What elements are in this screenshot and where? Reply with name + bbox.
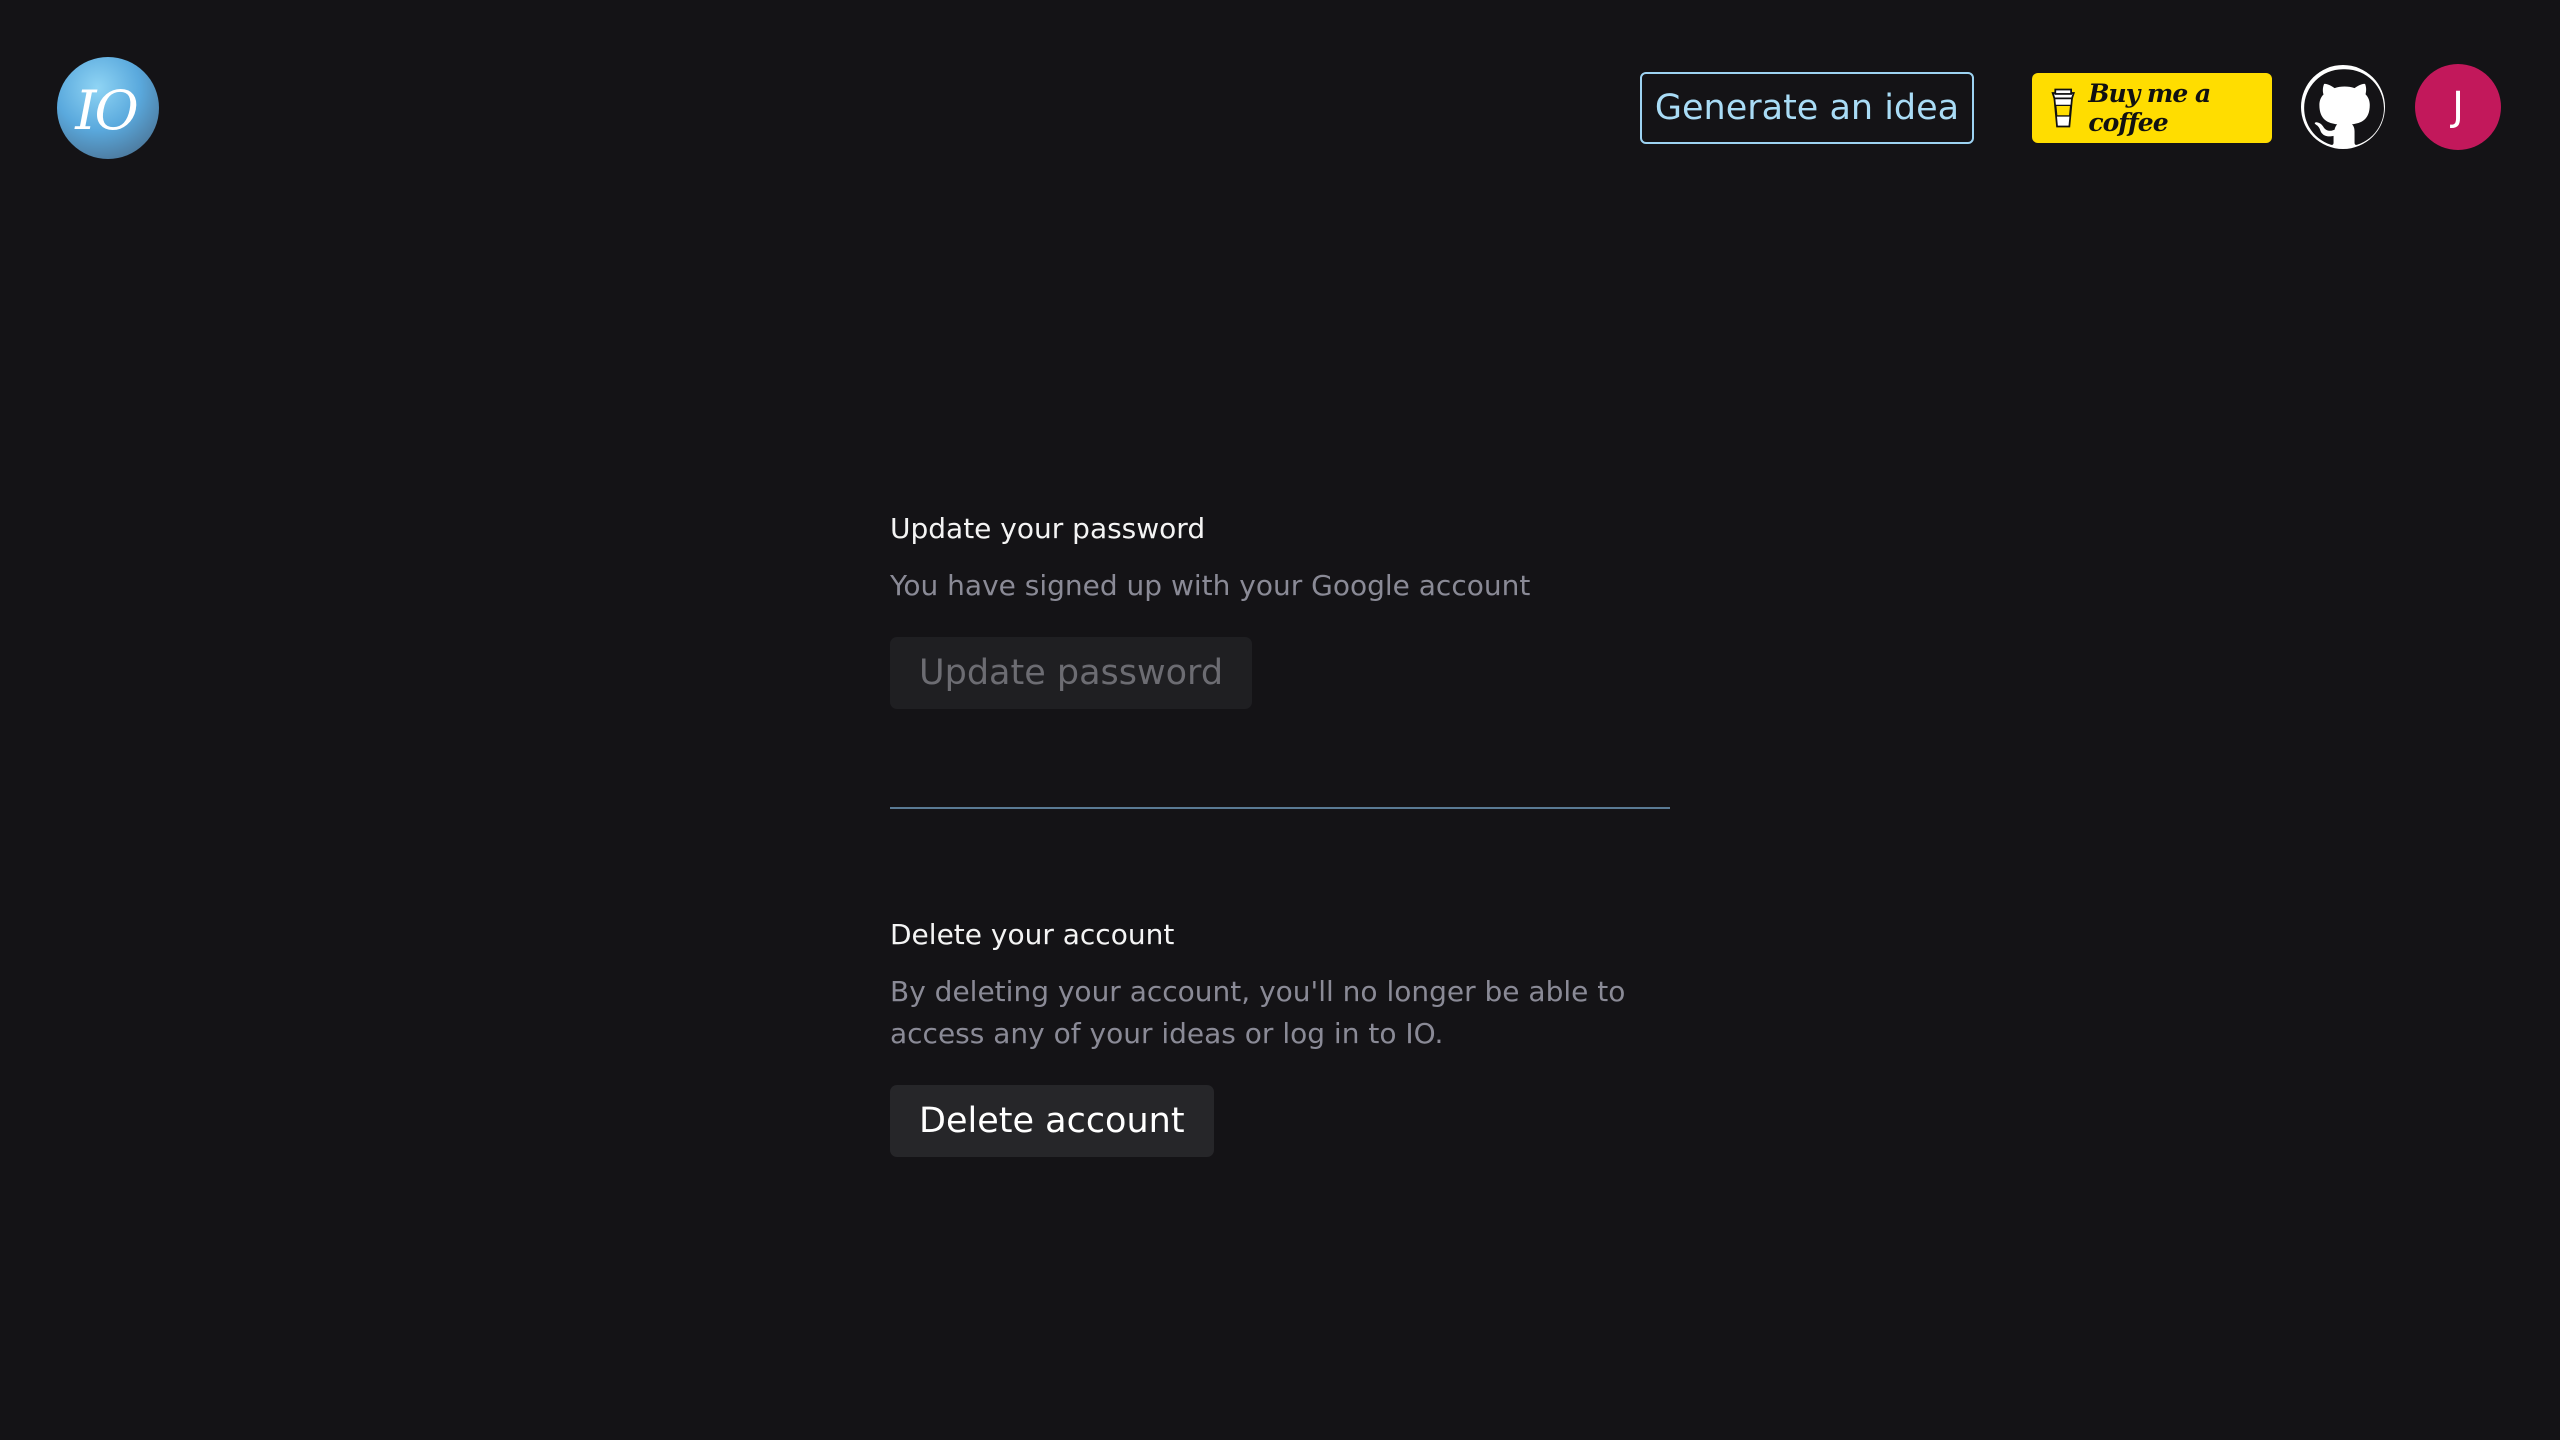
settings-page: IO Generate an idea Buy me a coffee J Up… — [0, 0, 2560, 1440]
user-avatar[interactable]: J — [2415, 64, 2501, 150]
password-section: Update your password You have signed up … — [890, 505, 1670, 709]
delete-section-description: By deleting your account, you'll no long… — [890, 975, 1626, 1050]
coffee-label: Buy me a coffee — [2088, 79, 2211, 137]
delete-section: Delete your account By deleting your acc… — [890, 911, 1670, 1157]
io-logo[interactable]: IO — [57, 57, 159, 159]
account-settings: Update your password You have signed up … — [890, 505, 1670, 1157]
delete-section-title: Delete your account — [890, 918, 1175, 951]
password-section-title: Update your password — [890, 512, 1206, 545]
logo-text: IO — [75, 78, 139, 142]
update-password-button[interactable]: Update password — [890, 637, 1253, 709]
password-section-description: You have signed up with your Google acco… — [890, 569, 1531, 602]
section-divider — [890, 807, 1670, 809]
github-icon — [2301, 65, 2385, 149]
coffee-cup-icon — [2051, 88, 2075, 128]
github-link[interactable] — [2301, 65, 2385, 149]
delete-account-button[interactable]: Delete account — [890, 1085, 1214, 1157]
generate-idea-button[interactable]: Generate an idea — [1640, 72, 1974, 144]
buy-me-a-coffee-button[interactable]: Buy me a coffee — [2032, 73, 2272, 143]
